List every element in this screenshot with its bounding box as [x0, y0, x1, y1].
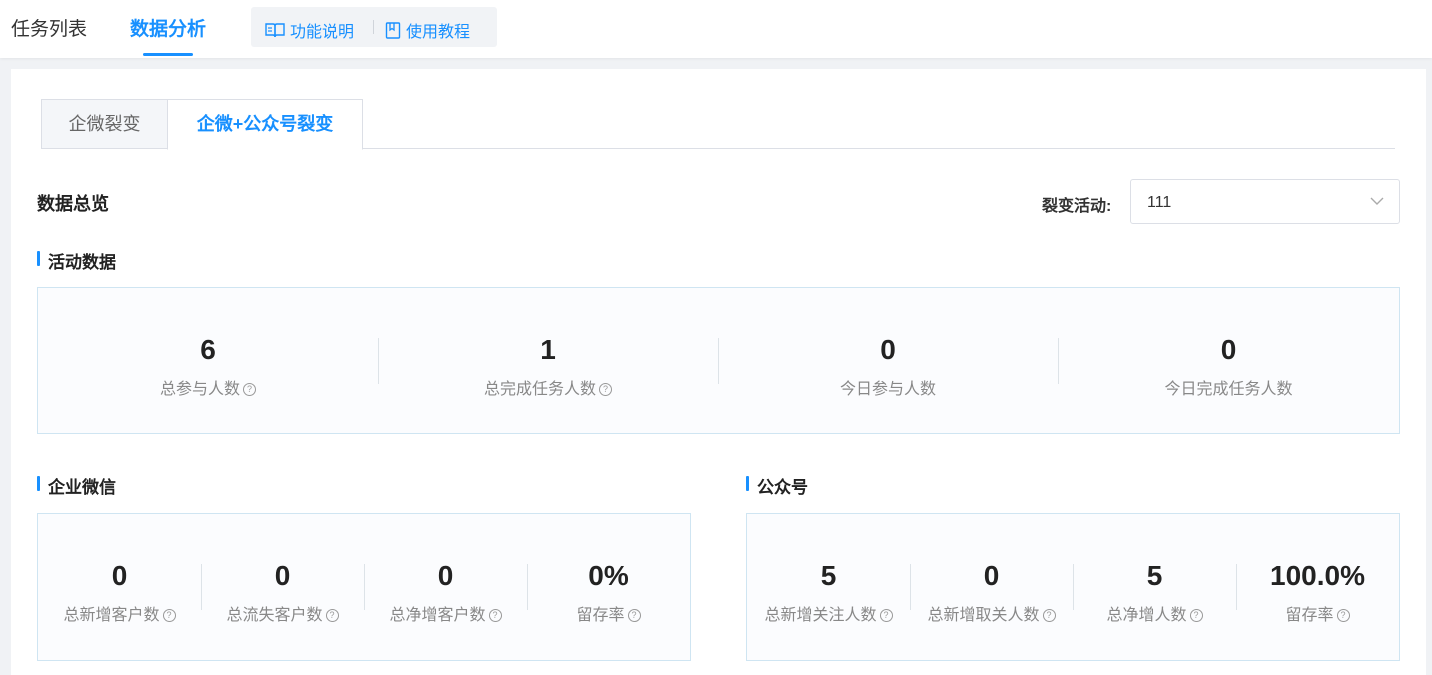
stat-unfollows: 0 总新增取关人数? [910, 514, 1073, 660]
official-account-title: 公众号 [746, 473, 808, 498]
activity-select[interactable]: 111 [1130, 179, 1400, 224]
wecom-stats-box: 0 总新增客户数? 0 总流失客户数? 0 总净增客户数? 0% 留存率? [37, 513, 691, 661]
stat-retention-rate: 0% 留存率? [527, 514, 690, 660]
stat-value: 5 [820, 560, 837, 591]
help-icon[interactable]: ? [599, 383, 612, 396]
stat-label: 总流失客户数? [201, 601, 364, 625]
help-icon[interactable]: ? [1336, 609, 1350, 622]
stat-label: 留存率? [1236, 601, 1399, 625]
stat-follower-retention: 100.0% 留存率? [1236, 514, 1399, 660]
tab-wecom-official-fission[interactable]: 企微+公众号裂变 [167, 99, 363, 150]
tutorial-label: 使用教程 [406, 24, 471, 41]
feature-description-label: 功能说明 [290, 24, 355, 41]
help-icon[interactable]: ? [488, 609, 502, 622]
help-icon[interactable]: ? [325, 609, 339, 622]
wecom-title: 企业微信 [37, 473, 116, 498]
stat-value: 0 [880, 334, 896, 365]
help-divider [373, 20, 374, 34]
stat-value: 6 [200, 334, 216, 365]
help-icon[interactable]: ? [1189, 609, 1203, 622]
stat-lost-customers: 0 总流失客户数? [201, 514, 364, 660]
stat-net-customers: 0 总净增客户数? [364, 514, 527, 660]
activity-stats-box: 6 总参与人数? 1 总完成任务人数? 0 今日参与人数 0 今日完成任务人数 [37, 287, 1400, 434]
overview-title: 数据总览 [37, 194, 109, 214]
document-icon [385, 21, 401, 39]
stat-label: 总净增客户数? [364, 601, 527, 625]
tab-task-list[interactable]: 任务列表 [11, 14, 87, 56]
tutorial-link[interactable]: 使用教程 [385, 18, 470, 42]
book-open-icon [265, 23, 285, 38]
stat-value: 1 [540, 334, 556, 365]
stat-value: 0 [111, 560, 128, 591]
help-icon[interactable]: ? [879, 609, 893, 622]
help-icon[interactable]: ? [1042, 609, 1056, 622]
stat-new-customers: 0 总新增客户数? [38, 514, 201, 660]
stat-value: 0 [274, 560, 291, 591]
help-icon[interactable]: ? [243, 383, 256, 396]
feature-description-link[interactable]: 功能说明 [265, 18, 354, 42]
stat-label: 总新增取关人数? [910, 601, 1073, 625]
tab-wecom-fission[interactable]: 企微裂变 [41, 99, 168, 149]
fission-type-tabs: 企微裂变 企微+公众号裂变 [41, 99, 1395, 150]
stat-new-followers: 5 总新增关注人数? [747, 514, 910, 660]
activity-select-value: 111 [1147, 194, 1172, 211]
help-icon[interactable]: ? [627, 609, 641, 622]
stat-label: 总参与人数? [38, 375, 378, 399]
stat-today-participants: 0 今日参与人数 [718, 288, 1058, 433]
stat-total-completed: 1 总完成任务人数? [378, 288, 718, 433]
help-icon[interactable]: ? [162, 609, 176, 622]
stat-value: 0 [983, 560, 1000, 591]
main-card: 企微裂变 企微+公众号裂变 数据总览 裂变活动: 111 活动数据 6 总参与人… [11, 69, 1426, 675]
stat-value: 0% [588, 560, 629, 591]
stat-today-completed: 0 今日完成任务人数 [1058, 288, 1399, 433]
official-stats-box: 5 总新增关注人数? 0 总新增取关人数? 5 总净增人数? 100.0% 留存… [746, 513, 1400, 661]
chevron-down-icon [1370, 197, 1384, 205]
stat-label: 留存率? [527, 601, 690, 625]
stat-label: 总新增关注人数? [747, 601, 910, 625]
top-navigation: 任务列表 数据分析 功能说明 使用教程 [0, 0, 1432, 58]
stat-net-followers: 5 总净增人数? [1073, 514, 1236, 660]
tab-data-analysis[interactable]: 数据分析 [130, 14, 206, 56]
stat-value: 0 [1220, 334, 1237, 365]
help-links: 功能说明 使用教程 [251, 7, 497, 47]
stat-value: 5 [1146, 560, 1163, 591]
stat-value: 0 [437, 560, 454, 591]
activity-data-title: 活动数据 [37, 248, 116, 273]
stat-label: 总新增客户数? [38, 601, 201, 625]
activity-select-label: 裂变活动: [1042, 198, 1112, 215]
stat-label: 总完成任务人数? [378, 375, 718, 399]
stat-label: 今日完成任务人数 [1164, 381, 1293, 398]
stat-label: 今日参与人数 [839, 381, 936, 398]
stat-label: 总净增人数? [1073, 601, 1236, 625]
stat-value: 100.0% [1270, 560, 1365, 591]
stat-total-participants: 6 总参与人数? [38, 288, 378, 433]
